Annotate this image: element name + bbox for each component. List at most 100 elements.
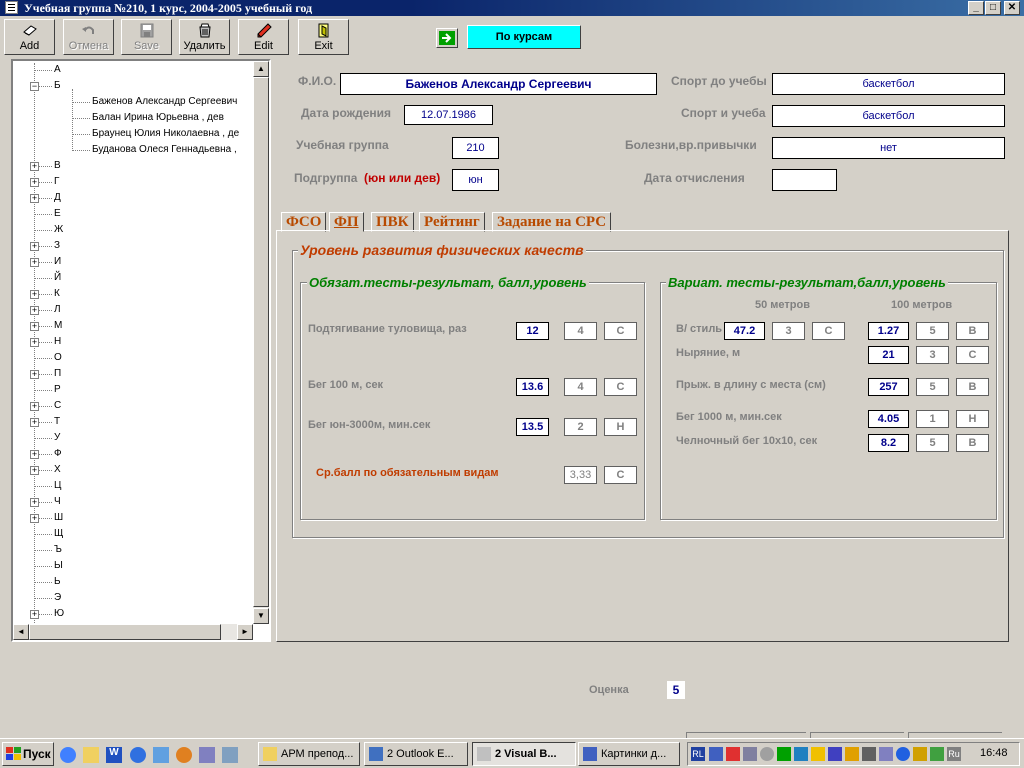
tree-node-letter[interactable]: + Ч <box>13 495 253 510</box>
tree-node-letter[interactable]: Р <box>13 383 253 398</box>
tree-node-letter[interactable]: + Д <box>13 191 253 206</box>
expand-icon[interactable]: + <box>30 290 39 299</box>
freestyle100-score[interactable]: 5 <box>916 322 949 340</box>
expand-icon[interactable]: + <box>30 466 39 475</box>
tree-node-letter[interactable]: + Ш <box>13 511 253 526</box>
tree-node-letter[interactable]: + С <box>13 399 253 414</box>
network-tray-icon[interactable] <box>709 747 723 761</box>
key-tray-icon[interactable] <box>913 747 927 761</box>
tree-node-student[interactable]: Браунец Юлия Николаевна , де <box>13 127 253 142</box>
browser-quicklaunch-icon[interactable] <box>130 747 146 763</box>
tree-node-letter[interactable]: + Ю <box>13 607 253 622</box>
scroll-down-button[interactable]: ▼ <box>253 608 269 624</box>
tree-node-letter[interactable]: Ь <box>13 575 253 590</box>
task-outlook[interactable]: 2 Outlook E... <box>364 742 468 766</box>
pullups-result[interactable]: 12 <box>516 322 549 340</box>
expand-icon[interactable]: + <box>30 402 39 411</box>
grade-value[interactable]: 5 <box>667 681 685 699</box>
student-tree[interactable]: А − Б Баженов Александр Сергеевич Балан Ирин… <box>11 59 271 642</box>
app-quicklaunch-icon[interactable] <box>199 747 215 763</box>
horizontal-scroll-thumb[interactable] <box>29 624 221 640</box>
tree-node-letter[interactable]: Ж <box>13 223 253 238</box>
tree-node-letter[interactable]: + Т <box>13 415 253 430</box>
diving-result[interactable]: 21 <box>868 346 909 364</box>
run1000-level[interactable]: Н <box>956 410 989 428</box>
sport-before-field[interactable]: баскетбол <box>772 73 1005 95</box>
tree-node-letter[interactable]: + Л <box>13 303 253 318</box>
maximize-button[interactable]: □ <box>985 1 1001 15</box>
printer-tray-icon[interactable] <box>862 747 876 761</box>
sync-tray-icon[interactable] <box>794 747 808 761</box>
diving-level[interactable]: С <box>956 346 989 364</box>
scroll-up-button[interactable]: ▲ <box>253 61 269 77</box>
tab-rating[interactable]: Рейтинг <box>419 212 485 232</box>
go-button[interactable] <box>436 28 458 48</box>
freestyle50-result[interactable]: 47.2 <box>724 322 765 340</box>
device-tray-icon[interactable] <box>879 747 893 761</box>
task-pictures[interactable]: Картинки д... <box>578 742 680 766</box>
tree-node-letter[interactable]: Щ <box>13 527 253 542</box>
antivirus-tray-icon[interactable] <box>726 747 740 761</box>
start-button[interactable]: Пуск <box>2 742 54 766</box>
expand-icon[interactable]: + <box>30 162 39 171</box>
word-quicklaunch-icon[interactable]: W <box>106 747 122 763</box>
expand-icon[interactable]: + <box>30 178 39 187</box>
subgroup-field[interactable]: юн <box>452 169 499 191</box>
expand-icon[interactable]: + <box>30 258 39 267</box>
tree-node-letter[interactable]: + П <box>13 367 253 382</box>
folder-quicklaunch-icon[interactable] <box>83 747 99 763</box>
outlook-quicklaunch-icon[interactable] <box>153 747 169 763</box>
tree-node-letter[interactable]: + М <box>13 319 253 334</box>
expand-icon[interactable]: + <box>30 370 39 379</box>
longjump-result[interactable]: 257 <box>868 378 909 396</box>
run3000-score[interactable]: 2 <box>564 418 597 436</box>
freestyle50-level[interactable]: С <box>812 322 845 340</box>
shuttle-level[interactable]: В <box>956 434 989 452</box>
expand-icon[interactable]: + <box>30 338 39 347</box>
tree-node-letter[interactable]: + К <box>13 287 253 302</box>
tree-node-letter[interactable]: Ц <box>13 479 253 494</box>
diving-score[interactable]: 3 <box>916 346 949 364</box>
task-vb[interactable]: 2 Visual B... <box>472 742 576 766</box>
tree-node-student[interactable]: Буданова Олеся Геннадьевна , <box>13 143 253 158</box>
tree-node-letter[interactable]: + Ф <box>13 447 253 462</box>
tree-node-letter[interactable]: + И <box>13 255 253 270</box>
pullups-score[interactable]: 4 <box>564 322 597 340</box>
ie-quicklaunch-icon[interactable] <box>60 747 76 763</box>
by-courses-button[interactable]: По курсам <box>467 25 581 49</box>
search-tray-icon[interactable] <box>896 747 910 761</box>
expand-icon[interactable]: + <box>30 418 39 427</box>
volume-tray-icon[interactable] <box>743 747 757 761</box>
expand-icon[interactable]: + <box>30 514 39 523</box>
expand-icon[interactable]: + <box>30 194 39 203</box>
tree-node-letter[interactable]: + З <box>13 239 253 254</box>
tree-node-letter[interactable]: + Х <box>13 463 253 478</box>
tree-node-letter[interactable]: А <box>13 63 253 78</box>
monitor-tray-icon[interactable] <box>828 747 842 761</box>
tree-node-letter[interactable]: + Н <box>13 335 253 350</box>
vertical-scroll-thumb[interactable] <box>253 77 269 607</box>
run3000-level[interactable]: Н <box>604 418 637 436</box>
tree-node-letter[interactable]: Э <box>13 591 253 606</box>
tab-srs[interactable]: Задание на СРС <box>492 212 612 232</box>
shuttle-result[interactable]: 8.2 <box>868 434 909 452</box>
green-tray-icon[interactable] <box>777 747 791 761</box>
edit-button[interactable]: Edit <box>238 19 289 55</box>
expand-icon[interactable]: + <box>30 306 39 315</box>
scroll-right-button[interactable]: ► <box>237 624 253 640</box>
close-button[interactable]: ✕ <box>1004 1 1020 15</box>
freestyle50-score[interactable]: 3 <box>772 322 805 340</box>
scroll-left-button[interactable]: ◄ <box>13 624 29 640</box>
run100-result[interactable]: 13.6 <box>516 378 549 396</box>
tab-pvk[interactable]: ПВК <box>371 212 414 232</box>
exit-button[interactable]: Exit <box>298 19 349 55</box>
tree-node-letter[interactable]: − Б <box>13 79 253 94</box>
shield-tray-icon[interactable] <box>811 747 825 761</box>
run1000-score[interactable]: 1 <box>916 410 949 428</box>
delete-button[interactable]: Удалить <box>179 19 230 55</box>
tree-node-letter[interactable]: У <box>13 431 253 446</box>
keyboard-layout-indicator[interactable]: Ru <box>947 747 961 761</box>
sport-study-field[interactable]: баскетбол <box>772 105 1005 127</box>
tree-node-letter[interactable]: Й <box>13 271 253 286</box>
disk-tray-icon[interactable] <box>760 747 774 761</box>
